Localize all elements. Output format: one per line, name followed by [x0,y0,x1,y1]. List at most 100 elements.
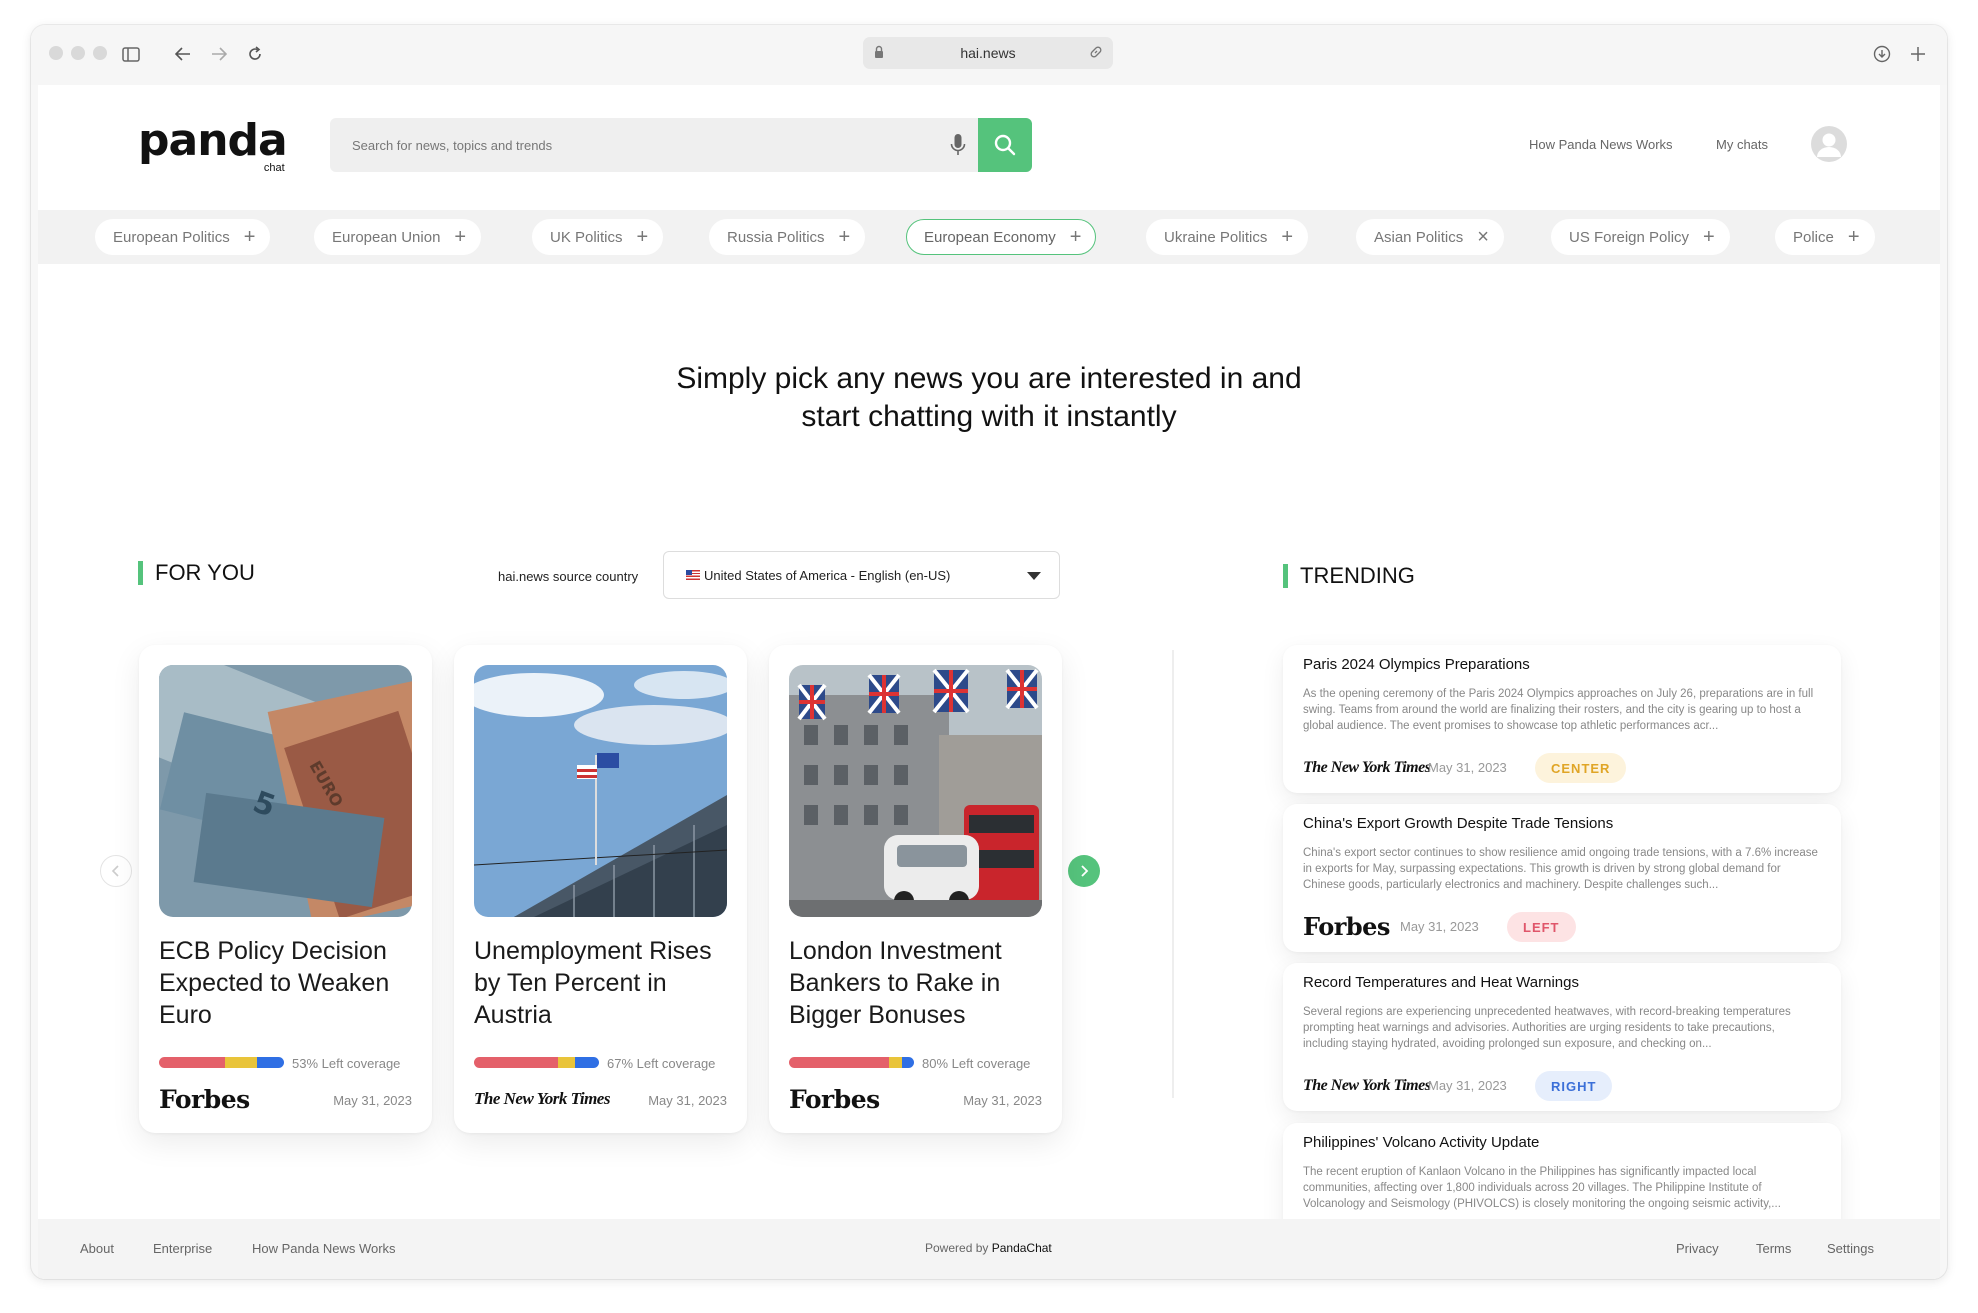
page: panda chat How Panda News Works My chats… [38,85,1940,1279]
panda-logo[interactable]: panda chat [138,119,288,175]
source-logo-nyt: The New York Times [1303,1077,1431,1094]
plus-icon[interactable]: + [839,227,851,247]
tag-european-politics[interactable]: European Politics + [95,219,271,255]
country-select[interactable]: United States of America - English (en-U… [663,551,1060,599]
close-window-button[interactable] [49,46,63,60]
address-bar[interactable]: hai.news [863,37,1113,69]
plus-icon[interactable]: + [1070,227,1082,247]
tag-us-foreign-policy[interactable]: US Foreign Policy + [1551,219,1730,255]
tag-uk-politics[interactable]: UK Politics + [532,219,664,255]
card-image-euro-notes[interactable]: 5 EURO [159,665,412,917]
sidebar-toggle-icon[interactable] [116,39,146,69]
tag-label: European Union [332,228,441,246]
card-image-london-street[interactable] [789,665,1042,917]
chevron-down-icon [1027,572,1041,580]
tag-european-union[interactable]: European Union + [314,219,482,255]
news-card[interactable]: London Investment Bankers to Rake in Big… [769,645,1062,1133]
forward-icon[interactable] [204,39,234,69]
window-controls [49,46,107,60]
coverage-right-segment [575,1057,599,1068]
coverage-right-segment [901,1057,914,1068]
back-icon[interactable] [168,39,198,69]
hero-line-1: Simply pick any news you are interested … [676,362,1302,395]
trending-item-date: May 31, 2023 [1428,760,1507,775]
coverage-text: 53% Left coverage [292,1056,401,1071]
footer-link-terms[interactable]: Terms [1756,1241,1791,1256]
tag-label: Russia Politics [727,228,825,246]
tag-asian-politics[interactable]: Asian Politics × [1356,219,1504,255]
minimize-window-button[interactable] [71,46,85,60]
chevron-left-icon [111,865,119,877]
trending-item-title[interactable]: Record Temperatures and Heat Warnings [1303,974,1579,991]
trending-item-title[interactable]: Paris 2024 Olympics Preparations [1303,656,1530,673]
plus-icon[interactable]: + [637,227,649,247]
maximize-window-button[interactable] [93,46,107,60]
microphone-icon[interactable] [938,118,978,172]
close-icon[interactable]: × [1477,227,1489,247]
trending-item-title[interactable]: China's Export Growth Despite Trade Tens… [1303,815,1613,832]
avatar[interactable] [1811,126,1847,162]
tag-russia-politics[interactable]: Russia Politics + [709,219,866,255]
url-text: hai.news [960,45,1016,61]
plus-icon[interactable]: + [1281,227,1293,247]
browser-window: hai.news panda chat Search for news, top… [31,25,1947,1279]
search-icon [994,134,1016,156]
footer-link-enterprise[interactable]: Enterprise [153,1241,212,1256]
topic-tag-bar: European Politics + European Union + UK Po… [38,210,1940,264]
powered-by-prefix: Powered by [925,1241,989,1255]
coverage-left-segment [159,1057,226,1068]
source-logo-nyt: The New York Times [1303,759,1431,776]
plus-icon[interactable]: + [454,227,466,247]
card-title[interactable]: London Investment Bankers to Rake in Big… [789,935,1049,1031]
card-title[interactable]: ECB Policy Decision Expected to Weaken E… [159,935,419,1031]
reload-icon[interactable] [240,39,270,69]
search-input[interactable] [330,118,938,172]
footer-link-about[interactable]: About [80,1241,114,1256]
tag-label: Police [1793,228,1834,246]
country-label: hai.news source country [498,569,639,584]
nav-my-chats[interactable]: My chats [1716,137,1768,152]
coverage-bar [789,1057,914,1068]
tag-european-economy[interactable]: European Economy + [906,219,1097,255]
trending-item-summary: China's export sector continues to show … [1303,847,1818,891]
coverage-left-segment [789,1057,889,1068]
browser-toolbar: hai.news [31,25,1947,85]
news-card[interactable]: 5 EURO ECB Policy Decision Expected to W… [139,645,432,1133]
news-card[interactable]: Unemployment Rises by Ten Percent in Aus… [454,645,747,1133]
footer-link-settings[interactable]: Settings [1827,1241,1874,1256]
site-header: panda chat How Panda News Works My chats [38,85,1940,210]
hero-line-2: start chatting with it instantly [801,400,1177,433]
share-link-icon[interactable] [1089,45,1103,62]
tag-label: European Economy [924,228,1056,246]
tag-label: European Politics [113,228,230,246]
carousel-next-button[interactable] [1068,855,1100,887]
card-date: May 31, 2023 [333,1093,412,1108]
footer-link-privacy[interactable]: Privacy [1676,1241,1719,1256]
download-icon[interactable] [1867,39,1897,69]
footer-link-how-it-works[interactable]: How Panda News Works [252,1241,396,1256]
trending-item[interactable]: Record Temperatures and Heat Warnings Se… [1283,963,1841,1111]
trending-item[interactable]: China's Export Growth Despite Trade Tens… [1283,804,1841,952]
powered-by-brand[interactable]: PandaChat [992,1241,1052,1255]
plus-icon[interactable]: + [1703,227,1715,247]
tag-police[interactable]: Police + [1775,219,1875,255]
trending-item-title[interactable]: Philippines' Volcano Activity Update [1303,1134,1539,1151]
card-title[interactable]: Unemployment Rises by Ten Percent in Aus… [474,935,734,1031]
coverage-right-segment [256,1057,284,1068]
source-logo-nyt: The New York Times [474,1089,610,1108]
carousel-prev-button[interactable] [100,855,132,887]
plus-icon[interactable]: + [244,227,256,247]
coverage-text: 67% Left coverage [607,1056,716,1071]
source-logo-forbes: Forbes [159,1085,250,1114]
new-tab-icon[interactable] [1903,39,1933,69]
trending-item-date: May 31, 2023 [1428,1078,1507,1093]
card-image-building-flags[interactable] [474,665,727,917]
tag-ukraine-politics[interactable]: Ukraine Politics + [1146,219,1309,255]
trending-item[interactable]: Paris 2024 Olympics Preparations As the … [1283,645,1841,793]
site-footer: About Enterprise How Panda News Works Po… [38,1219,1940,1279]
search-button[interactable] [978,118,1032,172]
section-divider [1172,650,1174,1098]
nav-how-it-works[interactable]: How Panda News Works [1529,137,1673,152]
plus-icon[interactable]: + [1848,227,1860,247]
hero-heading: Simply pick any news you are interested … [38,360,1940,436]
